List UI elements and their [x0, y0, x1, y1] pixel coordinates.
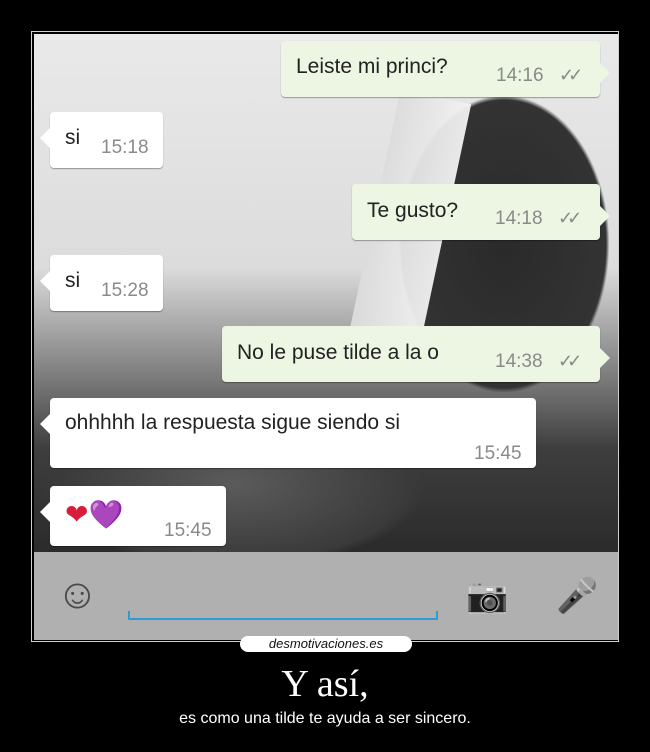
message-incoming-1[interactable]: si 15:18	[40, 112, 163, 168]
chat-background: Leiste mi princi? 14:16 ✓✓ si 15:18 Te g…	[34, 34, 618, 552]
message-text: si	[65, 126, 81, 149]
message-text: si	[65, 269, 81, 292]
site-brand[interactable]: desmotivaciones.es	[240, 636, 412, 652]
double-check-icon: ✓✓	[559, 65, 583, 85]
message-text: Leiste mi princi?	[296, 55, 448, 78]
message-time: 14:18	[495, 208, 543, 229]
heart-emoji-message: ❤💜	[65, 499, 124, 530]
message-text: Te gusto?	[367, 199, 459, 222]
message-time: 14:16	[496, 65, 544, 86]
bubble-tail	[600, 206, 610, 226]
bubble-tail	[600, 63, 610, 83]
message-text: ohhhhh la respuesta sigue siendo si	[65, 411, 401, 434]
message-time: 15:18	[101, 137, 149, 158]
message-time: 15:45	[164, 520, 212, 541]
double-check-icon: ✓✓	[558, 351, 582, 371]
message-incoming-4[interactable]: ❤💜 15:45	[40, 486, 226, 546]
microphone-icon[interactable]: 🎤	[556, 576, 598, 616]
message-time: 14:38	[495, 351, 543, 372]
bubble-tail	[40, 271, 50, 291]
emoji-icon[interactable]: ☺	[56, 570, 99, 618]
bubble-tail	[40, 128, 50, 148]
message-time: 15:28	[101, 280, 149, 301]
bubble-tail	[40, 502, 50, 522]
message-input-bar: ☺ 📷 🎤	[34, 552, 618, 640]
poster-frame: Leiste mi princi? 14:16 ✓✓ si 15:18 Te g…	[31, 31, 619, 642]
poster-subtitle: es como una tilde te ayuda a ser sincero…	[179, 710, 471, 727]
message-outgoing-3[interactable]: No le puse tilde a la o 14:38 ✓✓	[222, 326, 610, 382]
message-time: 15:45	[474, 443, 522, 464]
message-text: No le puse tilde a la o	[237, 341, 439, 364]
double-check-icon: ✓✓	[558, 208, 582, 228]
poster-headline: Y así,	[281, 663, 369, 705]
input-underline	[128, 611, 438, 620]
bubble-tail	[600, 348, 610, 368]
message-outgoing-2[interactable]: Te gusto? 14:18 ✓✓	[352, 184, 610, 240]
message-incoming-2[interactable]: si 15:28	[40, 255, 163, 311]
message-text-input[interactable]	[128, 572, 438, 618]
camera-icon[interactable]: 📷	[466, 576, 508, 616]
message-incoming-3[interactable]: ohhhhh la respuesta sigue siendo si 15:4…	[40, 398, 536, 468]
bubble-tail	[40, 414, 50, 434]
message-outgoing-1[interactable]: Leiste mi princi? 14:16 ✓✓	[281, 41, 610, 97]
